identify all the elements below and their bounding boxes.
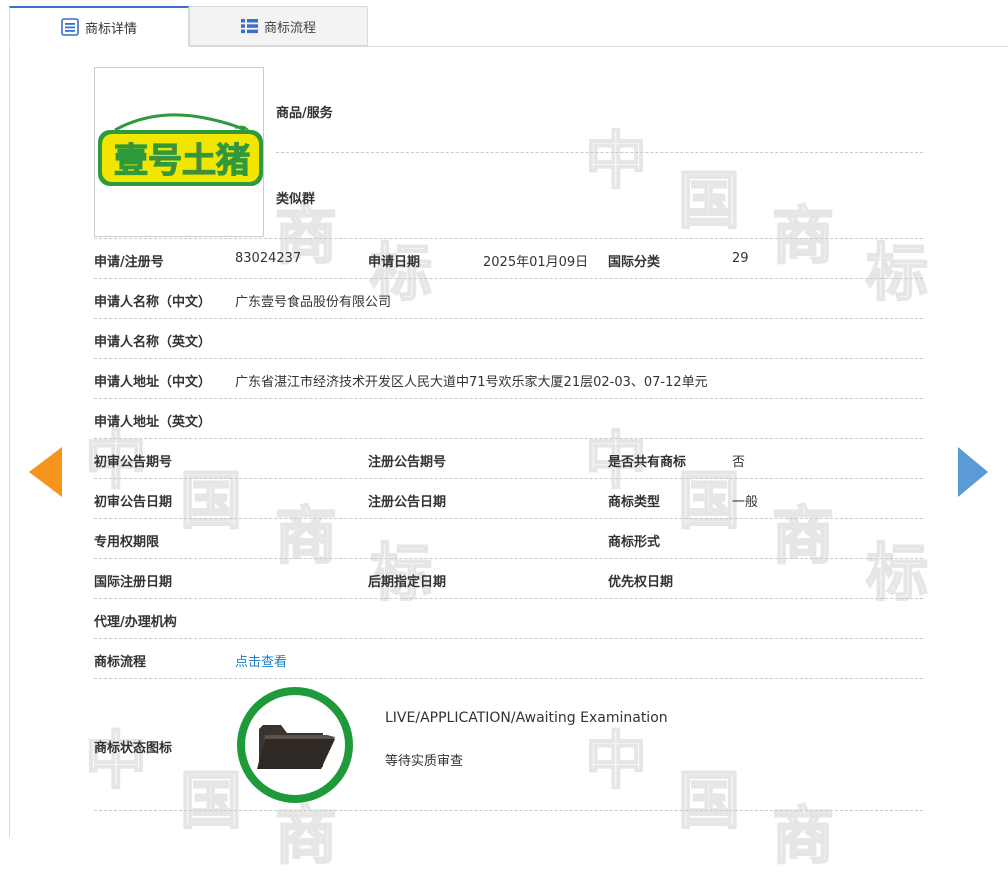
app-date-value: 2025年01月09日: [483, 255, 589, 270]
status-icon-label: 商标状态图标: [94, 741, 173, 756]
divider: [94, 558, 923, 559]
trademark-logo: 壹号土猪: [98, 113, 263, 186]
applicant-cn-label: 申请人名称（中文）: [94, 295, 212, 310]
list-icon: [240, 18, 258, 34]
status-icon: [235, 685, 355, 805]
divider: [276, 152, 923, 153]
reg-pub-no-label: 注册公告期号: [368, 455, 447, 470]
divider: [94, 638, 923, 639]
divider: [94, 598, 923, 599]
priority-date-label: 优先权日期: [608, 575, 674, 590]
address-cn-value: 广东省湛江市经济技术开发区人民大道中71号欢乐家大厦21层02-03、07-12…: [235, 375, 708, 390]
arrow-left-icon[interactable]: [29, 447, 62, 497]
agent-label: 代理/办理机构: [94, 615, 177, 630]
shared-value: 否: [732, 455, 746, 470]
type-value: 一般: [732, 495, 759, 510]
arrow-right-icon[interactable]: [958, 447, 988, 497]
trademark-image: 壹号土猪: [94, 67, 264, 237]
intl-reg-date-label: 国际注册日期: [94, 575, 173, 590]
intl-class-label: 国际分类: [608, 255, 661, 270]
process-label: 商标流程: [94, 655, 147, 670]
divider: [94, 678, 923, 679]
similar-group-label: 类似群: [276, 192, 316, 207]
tab-trademark-process[interactable]: 商标流程: [189, 6, 368, 46]
divider: [94, 318, 923, 319]
address-cn-label: 申请人地址（中文）: [94, 375, 212, 390]
view-process-link[interactable]: 点击查看: [235, 651, 287, 670]
status-text-en: LIVE/APPLICATION/Awaiting Examination: [385, 710, 668, 726]
exclusive-term-label: 专用权期限: [94, 535, 160, 550]
later-designation-date-label: 后期指定日期: [368, 575, 447, 590]
app-date-label: 申请日期: [368, 255, 421, 270]
divider: [94, 238, 923, 239]
applicant-en-label: 申请人名称（英文）: [94, 335, 212, 350]
reg-no-label: 申请/注册号: [94, 255, 164, 270]
prelim-pub-no-label: 初审公告期号: [94, 455, 173, 470]
divider: [94, 810, 923, 811]
prelim-pub-date-label: 初审公告日期: [94, 495, 173, 510]
list-doc-icon: [61, 18, 79, 36]
tab-trademark-details[interactable]: 商标详情: [9, 6, 189, 47]
logo-text: 壹号土猪: [114, 141, 250, 181]
divider: [94, 398, 923, 399]
goods-services-label: 商品/服务: [276, 106, 333, 121]
divider: [94, 358, 923, 359]
intl-class-value: 29: [732, 251, 749, 266]
tab-label: 商标流程: [263, 20, 316, 36]
divider: [94, 518, 923, 519]
divider: [94, 438, 923, 439]
reg-no-value: 83024237: [235, 251, 302, 266]
shared-label: 是否共有商标: [608, 455, 687, 470]
tab-label: 商标详情: [84, 21, 137, 37]
divider: [94, 278, 923, 279]
applicant-cn-value: 广东壹号食品股份有限公司: [235, 295, 392, 310]
divider: [94, 478, 923, 479]
reg-pub-date-label: 注册公告日期: [368, 495, 447, 510]
status-text-cn: 等待实质审查: [385, 754, 464, 769]
form-label: 商标形式: [608, 535, 661, 550]
address-en-label: 申请人地址（英文）: [94, 415, 212, 430]
type-label: 商标类型: [608, 495, 661, 510]
